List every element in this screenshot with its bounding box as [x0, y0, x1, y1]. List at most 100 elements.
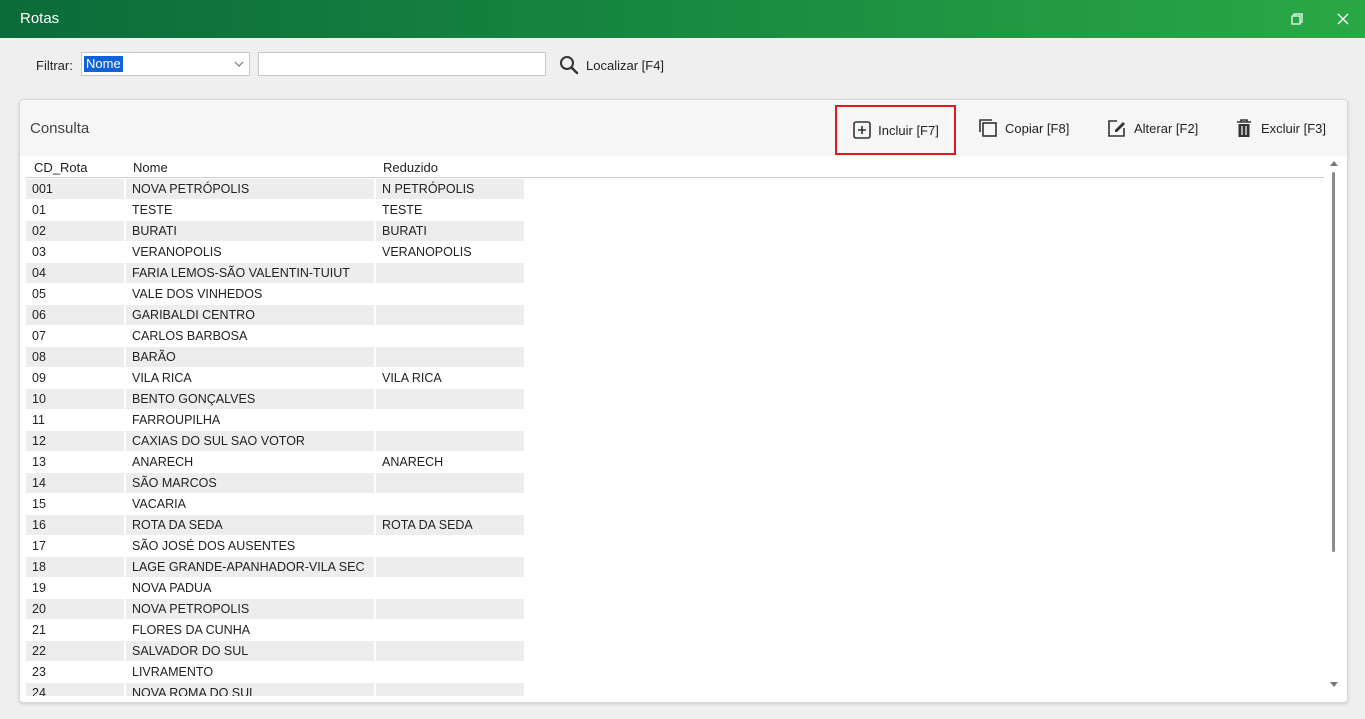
table-row[interactable]: 08 BARÃO — [26, 347, 1324, 368]
cell-cd-rota: 17 — [32, 539, 46, 553]
cell-reduzido — [376, 536, 524, 556]
cell-nome: SÃO MARCOS — [126, 473, 374, 493]
table-row[interactable]: 15 VACARIA — [26, 494, 1324, 515]
cell-reduzido: ROTA DA SEDA — [376, 515, 524, 535]
excluir-button[interactable]: Excluir [F3] — [1233, 106, 1326, 150]
restore-button[interactable] — [1286, 8, 1308, 30]
table-row[interactable]: 02 BURATI BURATI — [26, 221, 1324, 242]
cell-nome: LAGE GRANDE-APANHADOR-VILA SEC — [126, 557, 374, 577]
cell-reduzido — [376, 494, 524, 514]
cell-reduzido — [376, 662, 524, 682]
cell-nome: TESTE — [132, 203, 173, 217]
table-row[interactable]: 09 VILA RICA VILA RICA — [26, 368, 1324, 389]
cell-reduzido — [376, 599, 524, 619]
table-row[interactable]: 14 SÃO MARCOS — [26, 473, 1324, 494]
cell-cd-rota: 09 — [32, 371, 46, 385]
cell-reduzido — [376, 578, 524, 598]
table-row[interactable]: 13 ANARECH ANARECH — [26, 452, 1324, 473]
table-body: 001 NOVA PETRÓPOLIS N PETRÓPOLIS 01 TESTE TES… — [26, 179, 1324, 696]
cell-nome: FLORES DA CUNHA — [132, 623, 251, 637]
search-icon — [560, 56, 579, 75]
cell-nome: CARLOS BARBOSA — [132, 329, 248, 343]
cell-cd-rota: 06 — [26, 305, 124, 325]
table-row[interactable]: 001 NOVA PETRÓPOLIS N PETRÓPOLIS — [26, 179, 1324, 200]
cell-nome: NOVA PADUA — [132, 581, 212, 595]
table-row[interactable]: 18 LAGE GRANDE-APANHADOR-VILA SEC — [26, 557, 1324, 578]
scroll-down-icon[interactable] — [1329, 680, 1339, 690]
cell-nome: SALVADOR DO SUL — [126, 641, 374, 661]
window-title: Rotas — [20, 10, 60, 27]
table-row[interactable]: 05 VALE DOS VINHEDOS — [26, 284, 1324, 305]
cell-nome: FARROUPILHA — [132, 413, 221, 427]
cell-nome: CAXIAS DO SUL SAO VOTOR — [126, 431, 374, 451]
table-row[interactable]: 20 NOVA PETROPOLIS — [26, 599, 1324, 620]
table-row[interactable]: 21 FLORES DA CUNHA — [26, 620, 1324, 641]
cell-nome: VACARIA — [132, 497, 186, 511]
alterar-label: Alterar [F2] — [1134, 120, 1199, 136]
cell-nome: SÃO JOSÉ DOS AUSENTES — [132, 539, 296, 553]
table-row[interactable]: 10 BENTO GONÇALVES — [26, 389, 1324, 410]
table-row[interactable]: 03 VERANOPOLIS VERANOPOLIS — [26, 242, 1324, 263]
column-header-cd-rota[interactable]: CD_Rota — [34, 160, 87, 175]
table-row[interactable]: 07 CARLOS BARBOSA — [26, 326, 1324, 347]
alterar-button[interactable]: Alterar [F2] — [1106, 106, 1198, 150]
cell-cd-rota: 12 — [26, 431, 124, 451]
cell-reduzido — [376, 305, 524, 325]
incluir-button[interactable]: Incluir [F7] — [835, 105, 956, 155]
cell-cd-rota: 07 — [32, 329, 46, 343]
cell-nome: NOVA PETROPOLIS — [126, 599, 374, 619]
cell-cd-rota: 22 — [26, 641, 124, 661]
restore-icon — [1291, 13, 1303, 25]
close-button[interactable] — [1332, 8, 1354, 30]
table-row[interactable]: 16 ROTA DA SEDA ROTA DA SEDA — [26, 515, 1324, 536]
column-header-reduzido[interactable]: Reduzido — [383, 160, 438, 175]
cell-reduzido — [376, 263, 524, 283]
table-header: CD_Rota Nome Reduzido — [26, 156, 1324, 178]
title-bar: Rotas — [0, 0, 1365, 38]
cell-nome: BENTO GONÇALVES — [126, 389, 374, 409]
filter-label: Filtrar: — [36, 58, 73, 73]
search-button[interactable]: Localizar [F4] — [558, 52, 664, 78]
filter-field-value: Nome — [84, 56, 123, 72]
cell-nome: GARIBALDI CENTRO — [126, 305, 374, 325]
cell-nome: ROTA DA SEDA — [126, 515, 374, 535]
consulta-panel: Consulta Incluir [F7] Copiar [F8] Altera… — [19, 99, 1348, 703]
cell-reduzido — [376, 347, 524, 367]
filter-field-select[interactable]: Nome — [81, 52, 250, 76]
search-button-label: Localizar [F4] — [586, 57, 665, 73]
copy-icon — [977, 117, 999, 139]
search-input[interactable] — [258, 52, 546, 76]
table-row[interactable]: 12 CAXIAS DO SUL SAO VOTOR — [26, 431, 1324, 452]
cell-reduzido — [376, 410, 524, 430]
column-header-nome[interactable]: Nome — [133, 160, 168, 175]
cell-nome: NOVA ROMA DO SUL — [126, 683, 374, 696]
scrollbar-thumb[interactable] — [1332, 172, 1335, 552]
table-row[interactable]: 19 NOVA PADUA — [26, 578, 1324, 599]
excluir-label: Excluir [F3] — [1261, 120, 1327, 136]
vertical-scrollbar[interactable] — [1326, 156, 1342, 696]
cell-cd-rota: 08 — [26, 347, 124, 367]
cell-reduzido — [376, 620, 524, 640]
cell-reduzido: N PETRÓPOLIS — [376, 179, 524, 199]
cell-cd-rota: 05 — [32, 287, 46, 301]
routes-table: CD_Rota Nome Reduzido 001 NOVA PETRÓPOLIS… — [26, 156, 1324, 696]
add-icon — [852, 120, 872, 140]
cell-nome: ANARECH — [132, 455, 194, 469]
filter-bar: Filtrar: Nome Localizar [F4] — [0, 38, 1365, 94]
table-row[interactable]: 11 FARROUPILHA — [26, 410, 1324, 431]
cell-reduzido — [376, 284, 524, 304]
scroll-up-icon[interactable] — [1329, 158, 1339, 168]
table-row[interactable]: 17 SÃO JOSÉ DOS AUSENTES — [26, 536, 1324, 557]
close-icon — [1337, 13, 1349, 25]
cell-cd-rota: 02 — [26, 221, 124, 241]
cell-reduzido — [376, 557, 524, 577]
cell-reduzido: TESTE — [382, 203, 423, 217]
table-row[interactable]: 24 NOVA ROMA DO SUL — [26, 683, 1324, 696]
cell-nome: FARIA LEMOS-SÃO VALENTIN-TUIUT — [126, 263, 374, 283]
table-row[interactable]: 06 GARIBALDI CENTRO — [26, 305, 1324, 326]
copiar-button[interactable]: Copiar [F8] — [977, 106, 1069, 150]
table-row[interactable]: 23 LIVRAMENTO — [26, 662, 1324, 683]
table-row[interactable]: 22 SALVADOR DO SUL — [26, 641, 1324, 662]
table-row[interactable]: 04 FARIA LEMOS-SÃO VALENTIN-TUIUT — [26, 263, 1324, 284]
table-row[interactable]: 01 TESTE TESTE — [26, 200, 1324, 221]
